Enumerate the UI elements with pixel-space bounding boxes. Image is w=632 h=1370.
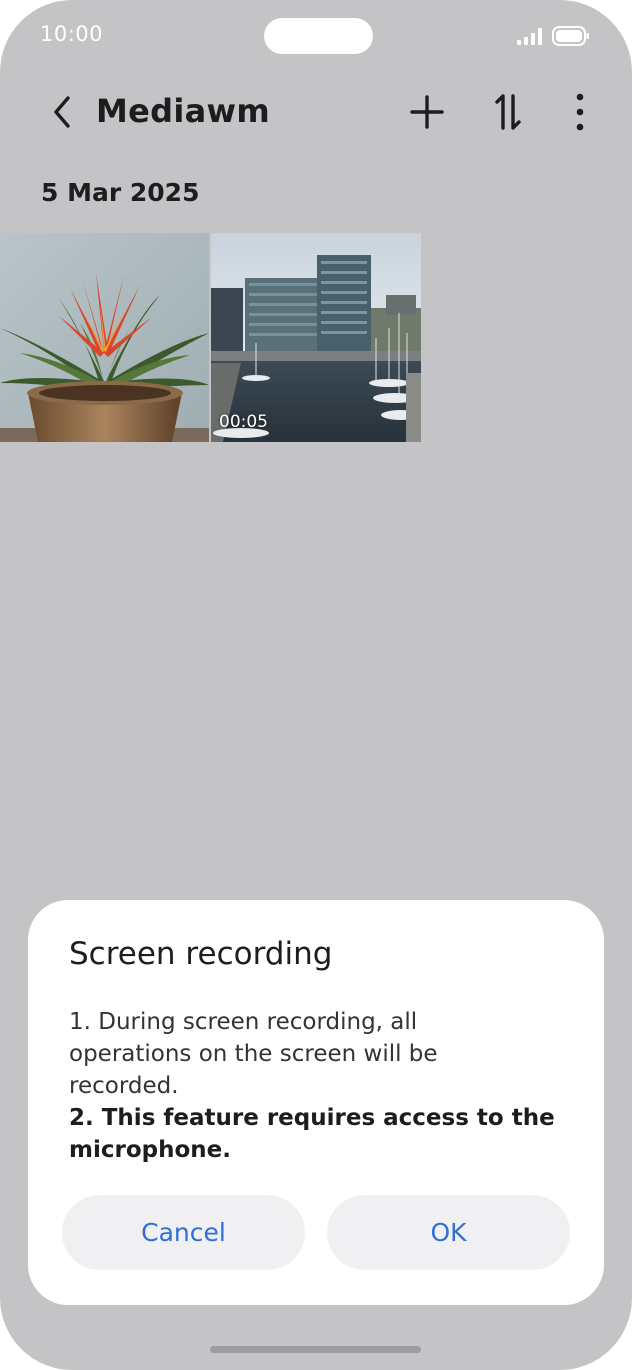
battery-icon xyxy=(552,26,589,46)
status-bar: 10:00 xyxy=(0,0,632,72)
plus-icon xyxy=(410,95,444,129)
dialog-title: Screen recording xyxy=(69,936,333,972)
signal-icon xyxy=(517,28,542,45)
dialog-message-line: recorded. xyxy=(69,1073,179,1099)
plant-photo-image xyxy=(0,233,209,442)
back-button[interactable] xyxy=(40,90,84,134)
cancel-button[interactable]: Cancel xyxy=(62,1195,305,1270)
add-button[interactable] xyxy=(405,90,449,134)
dialog-message: 1. During screen recording, all operatio… xyxy=(69,1006,569,1166)
screen-recording-dialog: Screen recording 1. During screen record… xyxy=(28,900,604,1305)
photo-thumbnail-plant[interactable] xyxy=(0,233,209,442)
album-title: Mediawm xyxy=(96,92,271,130)
camera-notch xyxy=(264,18,373,54)
harbour-video-image xyxy=(211,233,421,442)
app-header: Mediawm xyxy=(0,80,632,144)
dialog-message-line: operations on the screen will be xyxy=(69,1041,438,1067)
status-time: 10:00 xyxy=(40,22,104,46)
chevron-left-icon xyxy=(54,96,70,128)
ok-button[interactable]: OK xyxy=(327,1195,570,1270)
home-indicator[interactable] xyxy=(210,1346,421,1353)
date-heading: 5 Mar 2025 xyxy=(41,178,200,207)
more-options-button[interactable] xyxy=(558,90,602,134)
video-duration: 00:05 xyxy=(219,412,268,432)
sort-icon xyxy=(495,94,521,130)
dialog-microphone-notice: 2. This feature requires access to the xyxy=(69,1105,555,1131)
more-vertical-icon xyxy=(576,93,584,131)
phone-screen: 10:00 Mediawm 5 Mar 2025 00:05 Screen re… xyxy=(0,0,632,1370)
video-thumbnail-harbour[interactable]: 00:05 xyxy=(211,233,421,442)
dialog-microphone-notice: microphone. xyxy=(69,1137,231,1163)
dialog-message-line: 1. During screen recording, all xyxy=(69,1009,418,1035)
sort-button[interactable] xyxy=(486,90,530,134)
